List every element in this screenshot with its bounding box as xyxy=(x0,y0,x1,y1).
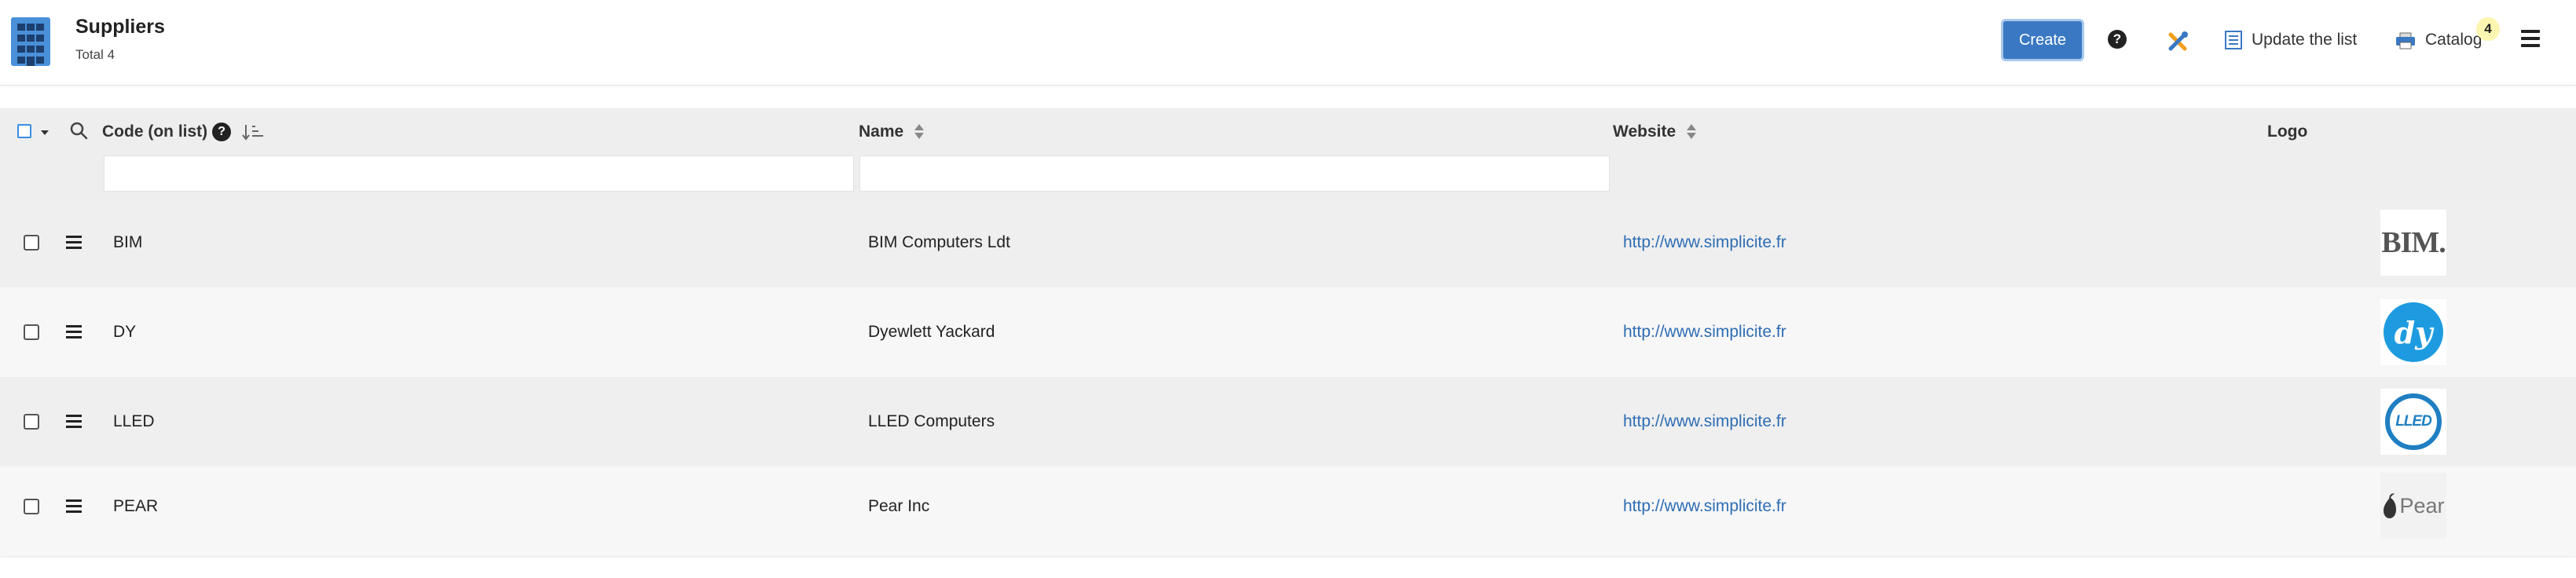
name-filter-input[interactable] xyxy=(859,155,1610,192)
table-row[interactable]: LLED LLED Computers http://www.simplicit… xyxy=(0,377,2576,466)
cell-code[interactable]: BIM xyxy=(113,233,142,252)
page-header: Suppliers Total 4 Create ? Update the li… xyxy=(0,0,2576,86)
row-checkbox[interactable] xyxy=(24,235,39,251)
pear-logo: Pear xyxy=(2380,473,2446,539)
sort-icon[interactable] xyxy=(1687,123,1697,141)
column-label-name: Name xyxy=(859,123,904,141)
dy-logo: dy xyxy=(2380,299,2446,365)
bim-logo: BIM. xyxy=(2380,210,2446,276)
search-icon[interactable] xyxy=(69,121,90,141)
cell-name: LLED Computers xyxy=(868,412,995,430)
cell-name: Dyewlett Yackard xyxy=(868,323,995,341)
code-filter-input[interactable] xyxy=(104,155,854,192)
column-header-name[interactable]: Name xyxy=(859,123,925,141)
suppliers-table: Code (on list) ? Name Website Logo BIM B… xyxy=(0,108,2576,556)
cell-name: Pear Inc xyxy=(868,497,930,515)
row-checkbox[interactable] xyxy=(24,324,39,340)
catalog-button[interactable]: Catalog xyxy=(2395,28,2482,52)
select-all-checkbox[interactable] xyxy=(17,124,31,138)
sort-desc-icon[interactable] xyxy=(242,123,266,141)
lled-logo: LLED xyxy=(2380,389,2446,455)
column-label-logo: Logo xyxy=(2267,123,2308,141)
cell-website-link[interactable]: http://www.simplicite.fr xyxy=(1623,412,1786,431)
cell-name: BIM Computers Ldt xyxy=(868,233,1010,251)
list-icon xyxy=(2225,31,2242,49)
help-icon[interactable]: ? xyxy=(2108,30,2127,49)
catalog-label: Catalog xyxy=(2425,31,2483,49)
table-row[interactable]: DY Dyewlett Yackard http://www.simplicit… xyxy=(0,287,2576,377)
cell-code[interactable]: LLED xyxy=(113,412,155,431)
tools-icon[interactable] xyxy=(2166,30,2189,53)
hamburger-icon[interactable] xyxy=(2521,30,2540,47)
help-icon[interactable]: ? xyxy=(212,123,232,141)
chevron-down-icon[interactable] xyxy=(41,130,49,135)
column-label-code: Code (on list) xyxy=(102,123,208,141)
column-label-website: Website xyxy=(1613,123,1676,141)
row-checkbox[interactable] xyxy=(24,499,39,514)
cell-website-link[interactable]: http://www.simplicite.fr xyxy=(1623,497,1786,516)
table-row[interactable]: PEAR Pear Inc http://www.simplicite.fr P… xyxy=(0,466,2576,556)
table-header: Code (on list) ? Name Website Logo xyxy=(0,108,2576,198)
update-list-button[interactable]: Update the list xyxy=(2225,28,2357,52)
cell-code[interactable]: DY xyxy=(113,323,136,342)
column-header-logo: Logo xyxy=(2267,123,2307,141)
column-header-website[interactable]: Website xyxy=(1613,123,1697,141)
table-row[interactable]: BIM BIM Computers Ldt http://www.simplic… xyxy=(0,198,2576,287)
cell-website-link[interactable]: http://www.simplicite.fr xyxy=(1623,233,1786,252)
row-checkbox[interactable] xyxy=(24,414,39,430)
create-button[interactable]: Create xyxy=(2001,19,2084,61)
cell-code[interactable]: PEAR xyxy=(113,497,158,516)
cell-website-link[interactable]: http://www.simplicite.fr xyxy=(1623,323,1786,342)
row-menu-icon[interactable] xyxy=(66,415,82,429)
update-list-label: Update the list xyxy=(2252,31,2358,49)
row-menu-icon[interactable] xyxy=(66,499,82,514)
catalog-count-badge: 4 xyxy=(2476,17,2500,41)
pear-icon xyxy=(2384,493,2397,518)
sort-icon[interactable] xyxy=(914,123,925,141)
row-menu-icon[interactable] xyxy=(66,325,82,339)
printer-icon xyxy=(2395,32,2416,49)
page-title: Suppliers xyxy=(75,16,165,38)
building-icon xyxy=(11,17,50,66)
page-subtitle: Total 4 xyxy=(75,47,115,62)
row-menu-icon[interactable] xyxy=(66,236,82,250)
column-header-code[interactable]: Code (on list) ? xyxy=(102,123,266,141)
